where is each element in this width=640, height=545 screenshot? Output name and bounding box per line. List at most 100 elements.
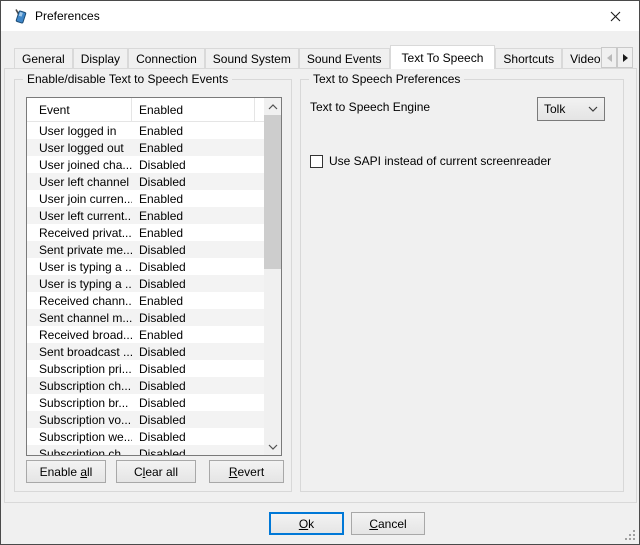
cancel-button[interactable]: Cancel: [351, 512, 425, 535]
table-row[interactable]: User logged out Enabled: [27, 139, 264, 156]
table-row[interactable]: Received privat... Enabled: [27, 224, 264, 241]
enabled-cell: Disabled: [132, 447, 255, 457]
event-cell: User joined cha...: [27, 158, 132, 172]
enabled-cell: Disabled: [132, 362, 255, 376]
enabled-cell: Enabled: [132, 226, 255, 240]
close-button[interactable]: [603, 6, 627, 26]
enabled-cell: Disabled: [132, 158, 255, 172]
enabled-cell: Enabled: [132, 294, 255, 308]
enabled-cell: Enabled: [132, 192, 255, 206]
table-row[interactable]: Subscription vo... Disabled: [27, 411, 264, 428]
tab-scroll-right-icon: [623, 54, 628, 62]
event-cell: Subscription br...: [27, 396, 132, 410]
tts-preferences-group-title: Text to Speech Preferences: [309, 72, 464, 86]
window-title: Preferences: [35, 9, 100, 23]
event-cell: Subscription ch...: [27, 379, 132, 393]
scroll-down-button[interactable]: [264, 438, 281, 455]
tab-scroll-left-button[interactable]: [601, 47, 617, 68]
table-row[interactable]: User joined cha... Disabled: [27, 156, 264, 173]
event-cell: Received broad...: [27, 328, 132, 342]
sapi-option: Use SAPI instead of current screenreader: [310, 154, 551, 168]
engine-selected-value: Tolk: [538, 102, 588, 116]
scroll-down-icon: [268, 444, 278, 450]
column-header-enabled[interactable]: Enabled: [132, 98, 255, 121]
event-cell: User join curren...: [27, 192, 132, 206]
enabled-cell: Disabled: [132, 175, 255, 189]
sapi-checkbox[interactable]: [310, 155, 323, 168]
tts-preferences-group: Text to Speech Preferences Text to Speec…: [300, 79, 624, 492]
table-row[interactable]: Subscription pri... Disabled: [27, 360, 264, 377]
enabled-cell: Disabled: [132, 243, 255, 257]
table-row[interactable]: Subscription ch... Disabled: [27, 377, 264, 394]
event-cell: Received privat...: [27, 226, 132, 240]
chevron-down-icon: [588, 106, 598, 112]
tab-sound-events[interactable]: Sound Events: [299, 48, 390, 68]
scrollbar-thumb[interactable]: [264, 115, 281, 269]
tab-general[interactable]: General: [14, 48, 73, 68]
enabled-cell: Disabled: [132, 311, 255, 325]
table-row[interactable]: Subscription we... Disabled: [27, 428, 264, 445]
event-cell: User left current...: [27, 209, 132, 223]
table-row[interactable]: Sent broadcast ... Disabled: [27, 343, 264, 360]
table-row[interactable]: Subscription br... Disabled: [27, 394, 264, 411]
enabled-cell: Enabled: [132, 141, 255, 155]
close-icon: [610, 11, 621, 22]
enabled-cell: Disabled: [132, 430, 255, 444]
enabled-cell: Enabled: [132, 328, 255, 342]
table-row[interactable]: User is typing a ... Disabled: [27, 275, 264, 292]
tab-scroll-right-button[interactable]: [617, 47, 633, 68]
table-row[interactable]: User join curren... Enabled: [27, 190, 264, 207]
tab-text-to-speech[interactable]: Text To Speech: [390, 45, 496, 69]
sapi-checkbox-label: Use SAPI instead of current screenreader: [329, 154, 551, 168]
enabled-cell: Disabled: [132, 379, 255, 393]
table-row[interactable]: User left channel Disabled: [27, 173, 264, 190]
engine-combobox[interactable]: Tolk: [537, 97, 605, 121]
tab-pane: Enable/disable Text to Speech Events Eve…: [4, 68, 637, 503]
engine-label: Text to Speech Engine: [310, 100, 430, 114]
resize-grip[interactable]: [624, 529, 636, 541]
table-row[interactable]: Received broad... Enabled: [27, 326, 264, 343]
revert-button[interactable]: Revert: [209, 460, 284, 483]
event-cell: User is typing a ...: [27, 260, 132, 274]
tab-scroller: [601, 47, 633, 68]
tts-events-group: Enable/disable Text to Speech Events Eve…: [14, 79, 292, 492]
tts-events-group-title: Enable/disable Text to Speech Events: [23, 72, 232, 86]
preferences-dialog: Preferences General Display Connection S…: [0, 0, 640, 545]
table-row[interactable]: User left current... Enabled: [27, 207, 264, 224]
list-scrollbar[interactable]: [264, 98, 281, 455]
list-rows: User logged in Enabled User logged out E…: [27, 122, 264, 456]
enabled-cell: Disabled: [132, 345, 255, 359]
table-row[interactable]: Sent channel m... Disabled: [27, 309, 264, 326]
event-cell: Subscription we...: [27, 430, 132, 444]
table-row[interactable]: Received chann... Enabled: [27, 292, 264, 309]
tab-connection[interactable]: Connection: [128, 48, 205, 68]
title-bar: Preferences: [1, 1, 639, 31]
event-cell: Subscription pri...: [27, 362, 132, 376]
enabled-cell: Disabled: [132, 396, 255, 410]
table-row[interactable]: User is typing a ... Disabled: [27, 258, 264, 275]
ok-button[interactable]: Ok: [269, 512, 344, 535]
event-cell: Received chann...: [27, 294, 132, 308]
event-cell: User left channel: [27, 175, 132, 189]
tab-bar: General Display Connection Sound System …: [14, 45, 609, 69]
enabled-cell: Enabled: [132, 209, 255, 223]
tab-shortcuts[interactable]: Shortcuts: [495, 48, 562, 68]
column-header-event[interactable]: Event: [27, 98, 132, 121]
scroll-up-button[interactable]: [264, 98, 281, 115]
table-row[interactable]: Sent private me... Disabled: [27, 241, 264, 258]
clear-all-button[interactable]: Clear all: [116, 460, 196, 483]
enabled-cell: Disabled: [132, 260, 255, 274]
table-row[interactable]: User logged in Enabled: [27, 122, 264, 139]
event-cell: Sent broadcast ...: [27, 345, 132, 359]
tab-sound-system[interactable]: Sound System: [205, 48, 299, 68]
event-cell: Subscription ch...: [27, 447, 132, 457]
enable-all-button[interactable]: Enable all: [26, 460, 106, 483]
event-cell: Sent channel m...: [27, 311, 132, 325]
list-header: Event Enabled: [27, 98, 264, 122]
tab-display[interactable]: Display: [73, 48, 128, 68]
enabled-cell: Disabled: [132, 413, 255, 427]
scroll-up-icon: [268, 104, 278, 110]
table-row[interactable]: Subscription ch... Disabled: [27, 445, 264, 456]
event-cell: Sent private me...: [27, 243, 132, 257]
tts-events-list: Event Enabled User logged in Enabled Use…: [26, 97, 282, 456]
